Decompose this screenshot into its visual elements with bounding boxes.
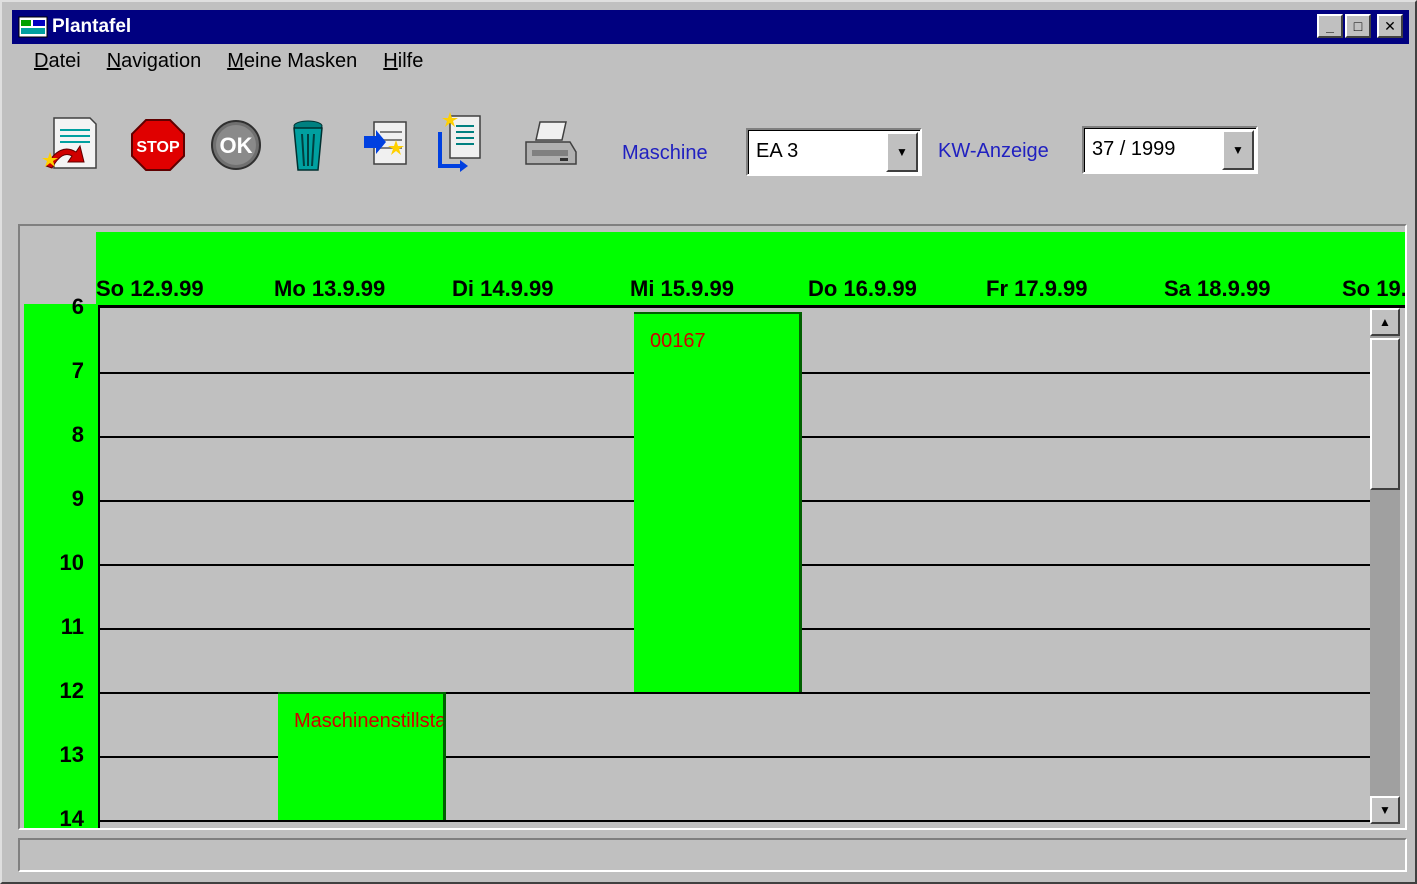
day-label: Fr 17.9.99 xyxy=(986,276,1088,301)
scroll-down-button[interactable]: ▼ xyxy=(1370,796,1400,824)
day-label: Sa 18.9.99 xyxy=(1164,276,1271,301)
menu-datei[interactable]: Datei xyxy=(34,50,81,80)
new-document-icon[interactable] xyxy=(40,112,100,174)
hour-label: 12 xyxy=(59,678,84,703)
hour-column: 6 7 8 9 10 11 12 13 14 xyxy=(24,294,98,830)
toolbar: STOP OK Maschine EA 3 ▼ KW-Anzeige 37 / … xyxy=(40,112,1340,182)
trash-icon[interactable] xyxy=(278,112,338,174)
menu-meine-masken[interactable]: Meine Masken xyxy=(227,50,357,80)
hour-label: 8 xyxy=(71,422,84,447)
block-label: Maschinenstillstand xyxy=(294,710,443,732)
chevron-down-icon[interactable]: ▼ xyxy=(1222,130,1254,170)
maximize-button[interactable]: □ xyxy=(1345,14,1371,38)
hour-label: 10 xyxy=(59,550,84,575)
day-label: Mi 15.9.99 xyxy=(630,276,734,301)
plan-board: So 12.9.99 Mo 13.9.99 Di 14.9.99 Mi 15.9… xyxy=(18,224,1407,830)
chevron-down-icon[interactable]: ▼ xyxy=(886,132,918,172)
grid-left-border xyxy=(98,308,100,828)
day-label: Di 14.9.99 xyxy=(452,276,554,301)
maschine-select[interactable]: EA 3 ▼ xyxy=(746,128,922,176)
day-label: Do 16.9.99 xyxy=(808,276,917,301)
maschine-value: EA 3 xyxy=(756,140,799,162)
close-button[interactable]: ✕ xyxy=(1377,14,1403,38)
schedule-block-order[interactable]: 00167 xyxy=(634,312,802,692)
grid-line xyxy=(98,820,1370,822)
title-bar[interactable]: Plantafel _ □ ✕ xyxy=(12,10,1409,44)
window-title: Plantafel xyxy=(52,16,132,37)
hour-label: 7 xyxy=(71,358,84,383)
export-document-icon[interactable] xyxy=(432,112,492,174)
hour-label: 13 xyxy=(59,742,84,767)
day-label: So 12.9.99 xyxy=(96,276,204,301)
window-controls: _ □ ✕ xyxy=(1317,14,1403,38)
plantafel-window: Plantafel _ □ ✕ Datei Navigation Meine M… xyxy=(0,0,1417,884)
menu-hilfe[interactable]: Hilfe xyxy=(383,50,423,80)
kw-value: 37 / 1999 xyxy=(1092,138,1176,160)
menu-navigation[interactable]: Navigation xyxy=(107,50,202,80)
day-label: So 19.9.99 xyxy=(1342,276,1407,301)
stop-label: STOP xyxy=(136,139,180,156)
ok-label: OK xyxy=(220,133,253,158)
ok-button[interactable]: OK xyxy=(206,112,266,174)
schedule-block-downtime[interactable]: Maschinenstillstand xyxy=(278,692,446,820)
maschine-label: Maschine xyxy=(622,142,708,164)
day-label: Mo 13.9.99 xyxy=(274,276,386,301)
stop-button[interactable]: STOP xyxy=(128,112,188,174)
block-label: 00167 xyxy=(650,330,706,352)
scroll-thumb[interactable] xyxy=(1370,338,1400,490)
schedule-grid[interactable]: 00167 Maschinenstillstand xyxy=(98,308,1370,828)
printer-icon[interactable] xyxy=(520,112,580,174)
hour-label: 14 xyxy=(59,806,84,830)
status-bar xyxy=(18,838,1407,872)
hour-label: 11 xyxy=(60,614,84,639)
app-icon xyxy=(18,15,48,39)
menu-bar: Datei Navigation Meine Masken Hilfe xyxy=(34,50,423,80)
hour-label: 6 xyxy=(71,294,84,319)
day-header: So 12.9.99 Mo 13.9.99 Di 14.9.99 Mi 15.9… xyxy=(96,232,1407,306)
scroll-up-button[interactable]: ▲ xyxy=(1370,308,1400,336)
vertical-scrollbar[interactable]: ▲ ▼ xyxy=(1370,308,1400,824)
edit-document-icon[interactable] xyxy=(356,112,416,174)
kw-anzeige-label: KW-Anzeige xyxy=(938,140,1049,162)
kw-select[interactable]: 37 / 1999 ▼ xyxy=(1082,126,1258,174)
minimize-button[interactable]: _ xyxy=(1317,14,1343,38)
hour-label: 9 xyxy=(71,486,84,511)
